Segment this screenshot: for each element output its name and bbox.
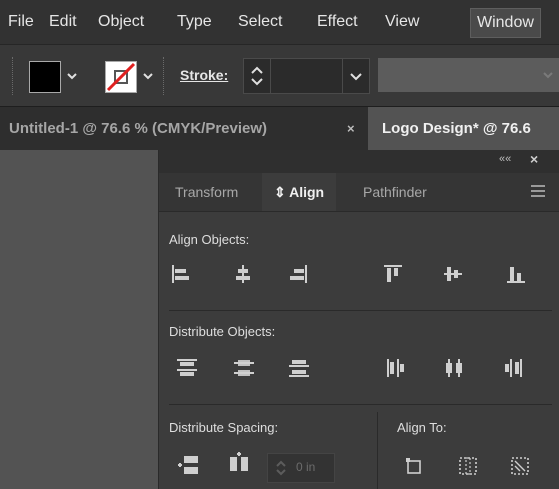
stroke-none-icon <box>106 62 136 92</box>
spacing-stepper-icon <box>276 460 286 476</box>
align-vertical-center-icon[interactable] <box>441 262 465 286</box>
close-tab-icon[interactable]: × <box>347 107 355 151</box>
close-panel-icon[interactable]: × <box>530 151 538 167</box>
menu-view[interactable]: View <box>385 0 419 44</box>
menu-window[interactable]: Window <box>470 8 541 38</box>
stepper-arrows-icon <box>251 66 263 86</box>
align-to-artboard-icon[interactable] <box>508 454 532 478</box>
spacing-value-input[interactable]: 0 in <box>267 453 335 483</box>
section-vdivider <box>377 412 378 489</box>
distribute-objects-label: Distribute Objects: <box>169 324 276 339</box>
distribute-top-icon[interactable] <box>175 356 199 380</box>
tab-align[interactable]: ⇕ Align <box>262 173 337 211</box>
tab-transform[interactable]: Transform <box>175 173 238 211</box>
align-horizontal-center-icon[interactable] <box>231 262 255 286</box>
fill-color-swatch[interactable] <box>29 61 61 93</box>
align-right-icon[interactable] <box>286 262 310 286</box>
menu-effect[interactable]: Effect <box>317 0 358 44</box>
fill-dropdown-chevron-icon[interactable] <box>66 70 78 82</box>
align-bottom-icon[interactable] <box>504 262 528 286</box>
menu-edit[interactable]: Edit <box>49 0 77 44</box>
chevron-down-icon-disabled <box>543 72 553 79</box>
align-to-selection-icon[interactable] <box>402 454 426 478</box>
align-left-icon[interactable] <box>169 262 193 286</box>
tab-align-label: Align <box>289 184 325 200</box>
tab-pathfinder[interactable]: Pathfinder <box>363 173 427 211</box>
variable-width-profile-field[interactable] <box>378 58 559 92</box>
collapse-panel-icon[interactable]: «« <box>499 153 511 165</box>
menu-file[interactable]: File <box>8 0 34 44</box>
stroke-weight-input[interactable] <box>270 58 344 94</box>
tab-arrows-icon: ⇕ <box>274 184 286 200</box>
grip-divider <box>12 57 16 95</box>
document-tab-bar: Untitled-1 @ 76.6 % (CMYK/Preview) × Log… <box>0 106 559 151</box>
align-to-label: Align To: <box>397 420 447 435</box>
distribute-vertical-center-icon[interactable] <box>232 356 256 380</box>
section-divider <box>169 310 552 311</box>
stroke-color-swatch[interactable] <box>105 61 137 93</box>
menu-object[interactable]: Object <box>98 0 144 44</box>
grip-divider-2 <box>163 57 167 95</box>
document-tab-logo-design[interactable]: Logo Design* @ 76.6 <box>368 107 559 151</box>
distribute-left-icon[interactable] <box>384 356 408 380</box>
section-divider-2 <box>169 404 552 405</box>
distribute-bottom-icon[interactable] <box>287 356 311 380</box>
stroke-dropdown-chevron-icon[interactable] <box>142 70 154 82</box>
chevron-down-icon <box>350 73 362 81</box>
align-to-key-object-icon[interactable] <box>456 454 480 478</box>
control-bar: Stroke: <box>0 44 559 107</box>
menu-select[interactable]: Select <box>238 0 282 44</box>
stroke-weight-stepper[interactable] <box>243 58 271 94</box>
document-tab-untitled[interactable]: Untitled-1 @ 76.6 % (CMYK/Preview) <box>9 107 267 151</box>
align-top-icon[interactable] <box>381 262 405 286</box>
distribute-right-icon[interactable] <box>501 356 525 380</box>
stroke-label[interactable]: Stroke: <box>180 67 228 83</box>
align-objects-label: Align Objects: <box>169 232 250 247</box>
menu-type[interactable]: Type <box>177 0 212 44</box>
stroke-weight-dropdown[interactable] <box>342 58 370 94</box>
panel-menu-icon[interactable] <box>531 185 545 200</box>
distribute-spacing-label: Distribute Spacing: <box>169 420 279 435</box>
menu-bar: File Edit Object Type Select Effect View… <box>0 0 559 44</box>
panel-header[interactable]: «« × <box>159 150 559 173</box>
align-panel: «« × Transform ⇕ Align Pathfinder Align … <box>158 150 559 489</box>
horizontal-spacing-icon[interactable] <box>228 449 252 473</box>
panel-tab-row: Transform ⇕ Align Pathfinder <box>159 173 559 212</box>
distribute-horizontal-center-icon[interactable] <box>442 356 466 380</box>
vertical-spacing-icon[interactable] <box>176 454 200 478</box>
spacing-value: 0 in <box>296 460 316 474</box>
